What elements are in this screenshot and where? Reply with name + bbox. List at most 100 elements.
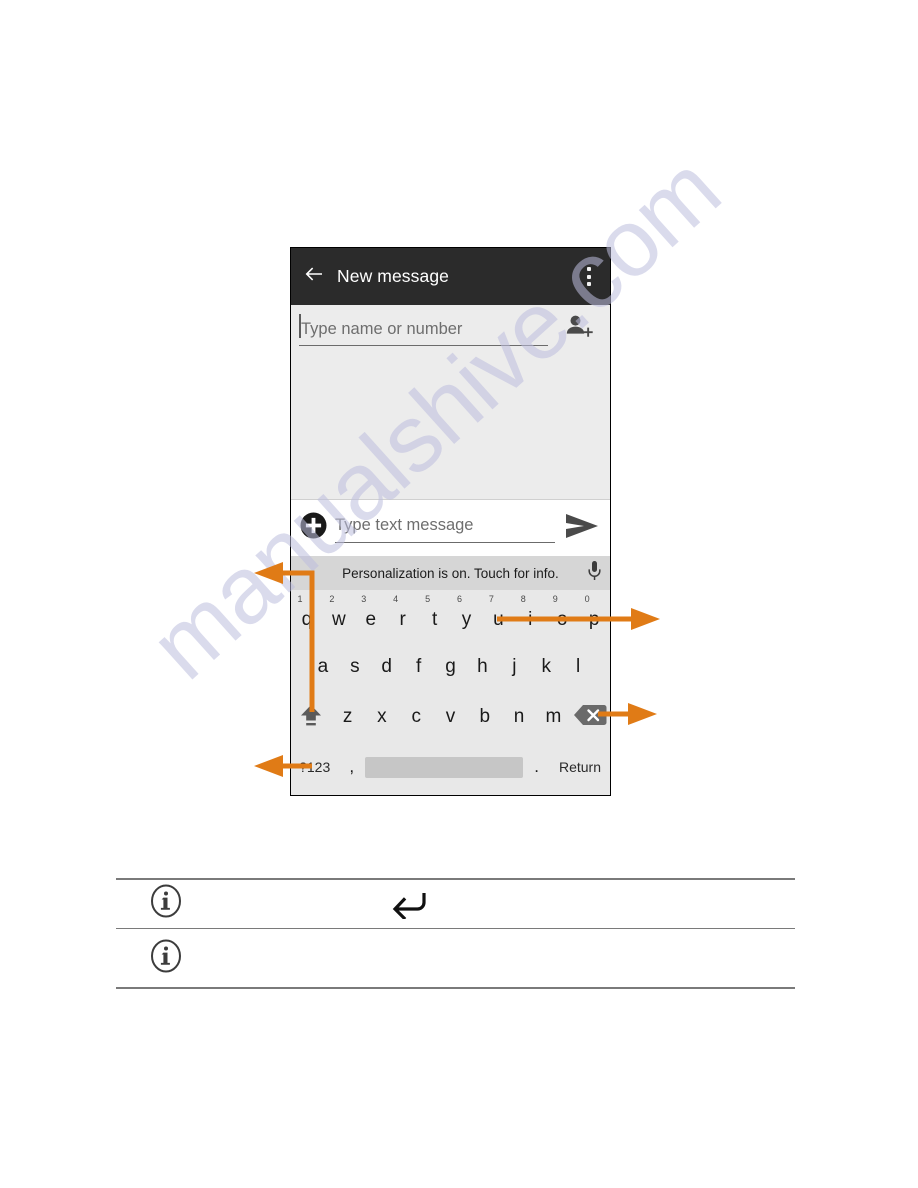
- keyboard-row-4: ?123 , . Return: [291, 742, 610, 792]
- key-y[interactable]: 6y: [451, 590, 483, 642]
- key-c[interactable]: c: [399, 692, 433, 742]
- info-icon: [150, 884, 182, 923]
- key-label: v: [445, 706, 456, 727]
- page-title: New message: [337, 266, 449, 286]
- key-hint: 3: [361, 594, 367, 604]
- key-s[interactable]: s: [339, 642, 371, 692]
- key-label: y: [461, 609, 472, 630]
- key-label: t: [431, 609, 438, 630]
- key-t[interactable]: 5t: [419, 590, 451, 642]
- key-label: d: [381, 656, 392, 677]
- key-hint: 0: [584, 594, 590, 604]
- return-key[interactable]: Return: [550, 742, 610, 792]
- key-label: h: [477, 656, 488, 677]
- key-k[interactable]: k: [530, 642, 562, 692]
- overflow-menu-icon: [587, 267, 591, 271]
- add-attachment-button[interactable]: [291, 512, 335, 544]
- keyboard-row-1: 1q 2w 3e 4r 5t 6y 7u 8i 9o 0p: [291, 590, 610, 642]
- key-x[interactable]: x: [365, 692, 399, 742]
- suggestion-bar[interactable]: Personalization is on. Touch for info.: [291, 556, 610, 590]
- key-h[interactable]: h: [466, 642, 498, 692]
- key-label: c: [411, 706, 421, 727]
- table-divider: [116, 987, 795, 989]
- key-l[interactable]: l: [562, 642, 594, 692]
- key-label: j: [512, 656, 517, 677]
- space-key-bar: [365, 756, 524, 778]
- key-label: b: [479, 706, 491, 727]
- key-w[interactable]: 2w: [323, 590, 355, 642]
- key-label: s: [350, 656, 360, 677]
- key-label: k: [541, 656, 552, 677]
- key-label: ,: [349, 757, 355, 776]
- key-label: w: [331, 609, 346, 630]
- key-f[interactable]: f: [403, 642, 435, 692]
- backspace-key-icon: [573, 704, 607, 731]
- key-label: l: [576, 656, 581, 677]
- key-o[interactable]: 9o: [546, 590, 578, 642]
- key-hint: 9: [552, 594, 558, 604]
- key-n[interactable]: n: [502, 692, 536, 742]
- key-label: ?123: [299, 759, 331, 775]
- return-arrow-icon: [388, 889, 430, 919]
- add-contact-button[interactable]: [548, 305, 610, 353]
- key-m[interactable]: m: [536, 692, 570, 742]
- shift-key-icon: [298, 702, 324, 733]
- recipient-input[interactable]: Type name or number: [291, 305, 548, 353]
- key-hint: 6: [456, 594, 462, 604]
- key-p[interactable]: 0p: [578, 590, 610, 642]
- key-label: f: [415, 656, 422, 677]
- message-input[interactable]: Type text message: [335, 500, 555, 556]
- back-button[interactable]: [291, 248, 337, 305]
- period-key[interactable]: .: [523, 742, 550, 792]
- key-u[interactable]: 7u: [482, 590, 514, 642]
- overflow-menu-icon: [587, 282, 591, 286]
- input-underline: [299, 344, 548, 346]
- key-z[interactable]: z: [330, 692, 364, 742]
- symbols-key[interactable]: ?123: [291, 742, 338, 792]
- key-hint: 5: [425, 594, 431, 604]
- input-underline: [335, 541, 555, 543]
- key-hint: 1: [297, 594, 303, 604]
- send-icon: [565, 513, 599, 544]
- recipient-row: Type name or number: [291, 305, 610, 353]
- key-label: Return: [558, 759, 601, 775]
- key-b[interactable]: b: [468, 692, 502, 742]
- backspace-key[interactable]: [571, 692, 610, 742]
- key-label: x: [377, 706, 387, 727]
- key-label: p: [588, 609, 600, 630]
- key-label: m: [545, 706, 562, 727]
- overflow-menu-button[interactable]: [568, 248, 610, 305]
- key-g[interactable]: g: [435, 642, 467, 692]
- message-placeholder: Type text message: [335, 515, 474, 534]
- key-d[interactable]: d: [371, 642, 403, 692]
- key-label: e: [365, 609, 377, 630]
- key-j[interactable]: j: [498, 642, 530, 692]
- key-hint: 2: [329, 594, 335, 604]
- key-i[interactable]: 8i: [514, 590, 546, 642]
- space-key[interactable]: [365, 742, 524, 792]
- table-row: [116, 880, 795, 928]
- shift-key[interactable]: [291, 692, 330, 742]
- key-r[interactable]: 4r: [387, 590, 419, 642]
- table-row: [116, 929, 795, 987]
- voice-input-button[interactable]: [587, 560, 602, 586]
- phone-screenshot: New message Type name or number Type tex…: [290, 247, 611, 796]
- key-e[interactable]: 3e: [355, 590, 387, 642]
- recipient-placeholder: Type name or number: [301, 319, 463, 338]
- key-a[interactable]: a: [307, 642, 339, 692]
- key-label: o: [556, 609, 568, 630]
- key-label: .: [534, 757, 539, 776]
- key-label: g: [445, 656, 456, 677]
- key-label: n: [513, 706, 525, 727]
- key-v[interactable]: v: [433, 692, 467, 742]
- info-icon: [150, 939, 182, 978]
- key-label: i: [528, 609, 533, 630]
- row-spacer: [291, 642, 307, 692]
- add-contact-icon: [565, 314, 593, 345]
- key-q[interactable]: 1q: [291, 590, 323, 642]
- keyboard-row-2: a s d f g h j k l: [291, 642, 610, 692]
- add-attachment-icon: [300, 512, 327, 544]
- comma-key[interactable]: ,: [338, 742, 365, 792]
- row-spacer: [594, 642, 610, 692]
- send-button[interactable]: [554, 513, 610, 544]
